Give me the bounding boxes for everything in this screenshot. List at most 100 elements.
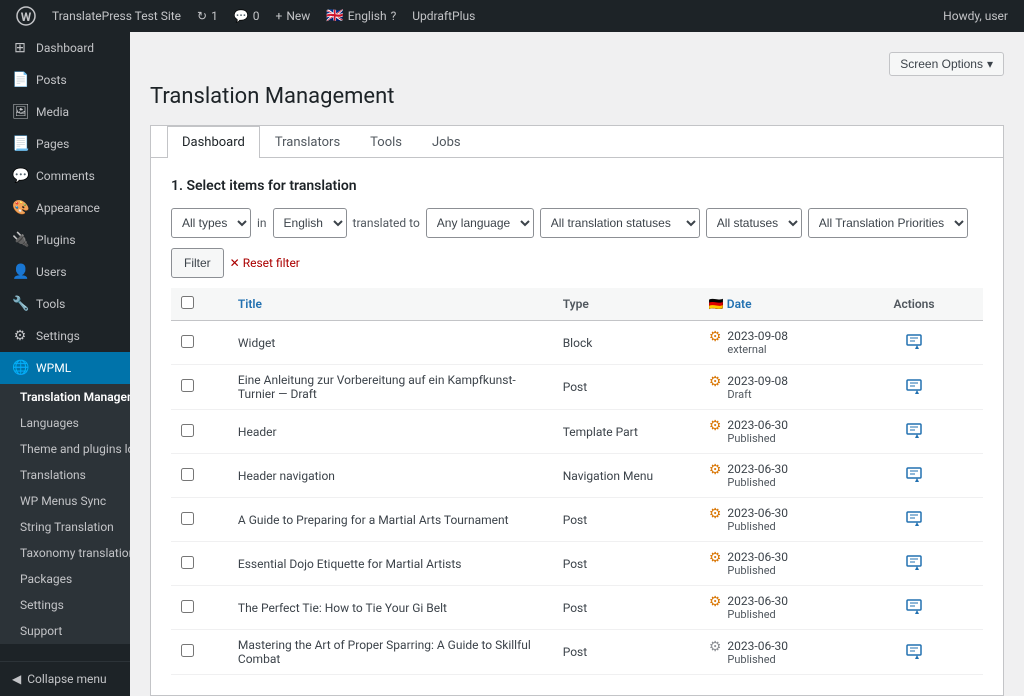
site-name[interactable]: TranslatePress Test Site bbox=[44, 9, 189, 23]
menu-item-plugins[interactable]: 🔌 Plugins bbox=[0, 224, 130, 256]
collapse-icon: ◀ bbox=[12, 672, 21, 686]
collapse-menu[interactable]: ◀ Collapse menu bbox=[0, 661, 130, 696]
translate-action-icon[interactable] bbox=[902, 509, 926, 529]
row-checkbox[interactable] bbox=[181, 468, 194, 481]
menu-item-wpml[interactable]: 🌐 WPML bbox=[0, 352, 130, 384]
tab-jobs[interactable]: Jobs bbox=[417, 126, 476, 158]
wpml-submenu: Translation Management Languages Theme a… bbox=[0, 384, 130, 644]
menu-item-settings[interactable]: ⚙ Settings bbox=[0, 320, 130, 352]
screen-options-button[interactable]: Screen Options ▾ bbox=[889, 52, 1004, 76]
translate-action-icon[interactable] bbox=[902, 465, 926, 485]
row-type: Post bbox=[553, 498, 699, 542]
language-filter[interactable]: English bbox=[273, 208, 347, 238]
media-icon: 🖼 bbox=[12, 104, 28, 120]
submenu-item-theme-plugins[interactable]: Theme and plugins localization bbox=[0, 436, 130, 462]
reset-filter-link[interactable]: ✕ Reset filter bbox=[230, 256, 300, 270]
filter-button[interactable]: Filter bbox=[171, 248, 224, 278]
menu-item-dashboard[interactable]: ⊞ Dashboard bbox=[0, 32, 130, 64]
translation-status-icon: ⚙ bbox=[709, 550, 722, 566]
wp-logo[interactable]: W bbox=[8, 6, 44, 26]
users-icon: 👤 bbox=[12, 264, 28, 280]
translate-action-icon[interactable] bbox=[902, 597, 926, 617]
submenu-item-translation-management[interactable]: Translation Management bbox=[0, 384, 130, 410]
row-actions bbox=[845, 542, 983, 586]
submenu-item-translations[interactable]: Translations bbox=[0, 462, 130, 488]
updates-count[interactable]: ↻1 bbox=[189, 9, 226, 23]
dashboard-icon: ⊞ bbox=[12, 40, 28, 56]
translated-to-label: translated to bbox=[353, 216, 420, 230]
row-checkbox[interactable] bbox=[181, 379, 194, 392]
translation-status-filter[interactable]: All translation statuses bbox=[540, 208, 700, 238]
row-date: ⚙ 2023-06-30 Published bbox=[699, 454, 845, 498]
row-checkbox[interactable] bbox=[181, 556, 194, 569]
page-title: Translation Management bbox=[150, 84, 1004, 109]
row-checkbox[interactable] bbox=[181, 600, 194, 613]
submenu-item-packages[interactable]: Packages bbox=[0, 566, 130, 592]
actions-column-header: Actions bbox=[845, 288, 983, 321]
language-switcher[interactable]: 🇬🇧 English ? bbox=[318, 8, 404, 24]
translation-status-icon: ⚙ bbox=[709, 594, 722, 610]
menu-item-appearance[interactable]: 🎨 Appearance bbox=[0, 192, 130, 224]
row-checkbox[interactable] bbox=[181, 512, 194, 525]
row-type: Template Part bbox=[553, 410, 699, 454]
filter-row: All types in English translated to Any l… bbox=[171, 208, 983, 238]
menu-item-media[interactable]: 🖼 Media bbox=[0, 96, 130, 128]
updraftplus[interactable]: UpdraftPlus bbox=[404, 9, 483, 23]
submenu-item-taxonomy-translation[interactable]: Taxonomy translation bbox=[0, 540, 130, 566]
translate-action-icon[interactable] bbox=[902, 553, 926, 573]
row-date: ⚙ 2023-06-30 Published bbox=[699, 498, 845, 542]
row-date: ⚙ 2023-09-08 external bbox=[699, 321, 845, 365]
row-title: Eine Anleitung zur Vorbereitung auf ein … bbox=[228, 365, 553, 410]
any-language-filter[interactable]: Any language bbox=[426, 208, 534, 238]
row-title: Mastering the Art of Proper Sparring: A … bbox=[228, 630, 553, 675]
submenu-item-wp-menus-sync[interactable]: WP Menus Sync bbox=[0, 488, 130, 514]
select-all-checkbox[interactable] bbox=[181, 296, 194, 309]
type-filter[interactable]: All types bbox=[171, 208, 251, 238]
tab-translators[interactable]: Translators bbox=[260, 126, 355, 158]
translate-action-icon[interactable] bbox=[902, 642, 926, 662]
row-checkbox-cell bbox=[171, 321, 228, 365]
translate-action-icon[interactable] bbox=[902, 421, 926, 441]
wpml-icon: 🌐 bbox=[12, 360, 28, 376]
filter-actions-row: Filter ✕ Reset filter bbox=[171, 248, 983, 278]
menu-item-posts[interactable]: 📄 Posts bbox=[0, 64, 130, 96]
tools-icon: 🔧 bbox=[12, 296, 28, 312]
table-row: Widget Block ⚙ 2023-09-08 external bbox=[171, 321, 983, 365]
translate-action-icon[interactable] bbox=[902, 377, 926, 397]
row-title: Essential Dojo Etiquette for Martial Art… bbox=[228, 542, 553, 586]
row-checkbox[interactable] bbox=[181, 424, 194, 437]
plugins-icon: 🔌 bbox=[12, 232, 28, 248]
menu-item-users[interactable]: 👤 Users bbox=[0, 256, 130, 288]
all-statuses-filter[interactable]: All statuses bbox=[706, 208, 802, 238]
row-type: Navigation Menu bbox=[553, 454, 699, 498]
priorities-filter[interactable]: All Translation Priorities bbox=[808, 208, 968, 238]
row-title: Widget bbox=[228, 321, 553, 365]
row-type: Post bbox=[553, 586, 699, 630]
row-checkbox-cell bbox=[171, 542, 228, 586]
date-column-header[interactable]: 🇩🇪 Date bbox=[699, 288, 845, 321]
row-checkbox-cell bbox=[171, 454, 228, 498]
row-actions bbox=[845, 630, 983, 675]
row-checkbox-cell bbox=[171, 410, 228, 454]
menu-item-tools[interactable]: 🔧 Tools bbox=[0, 288, 130, 320]
appearance-icon: 🎨 bbox=[12, 200, 28, 216]
menu-item-comments[interactable]: 💬 Comments bbox=[0, 160, 130, 192]
submenu-item-support[interactable]: Support bbox=[0, 618, 130, 644]
new-content[interactable]: +New bbox=[268, 9, 319, 23]
translate-action-icon[interactable] bbox=[902, 332, 926, 352]
submenu-item-settings[interactable]: Settings bbox=[0, 592, 130, 618]
submenu-item-string-translation[interactable]: String Translation bbox=[0, 514, 130, 540]
tab-tools[interactable]: Tools bbox=[355, 126, 417, 158]
translation-status-icon: ⚙ bbox=[709, 506, 722, 522]
tab-bar: Dashboard Translators Tools Jobs bbox=[151, 126, 1003, 158]
comments-count[interactable]: 💬0 bbox=[226, 9, 268, 23]
submenu-item-languages[interactable]: Languages bbox=[0, 410, 130, 436]
menu-item-pages[interactable]: 📃 Pages bbox=[0, 128, 130, 160]
tab-dashboard[interactable]: Dashboard bbox=[167, 126, 260, 158]
howdy: Howdy, user bbox=[935, 9, 1016, 23]
row-checkbox[interactable] bbox=[181, 335, 194, 348]
section-title: 1. Select items for translation bbox=[171, 178, 983, 194]
row-title: A Guide to Preparing for a Martial Arts … bbox=[228, 498, 553, 542]
title-column-header[interactable]: Title bbox=[228, 288, 553, 321]
row-checkbox[interactable] bbox=[181, 644, 194, 657]
